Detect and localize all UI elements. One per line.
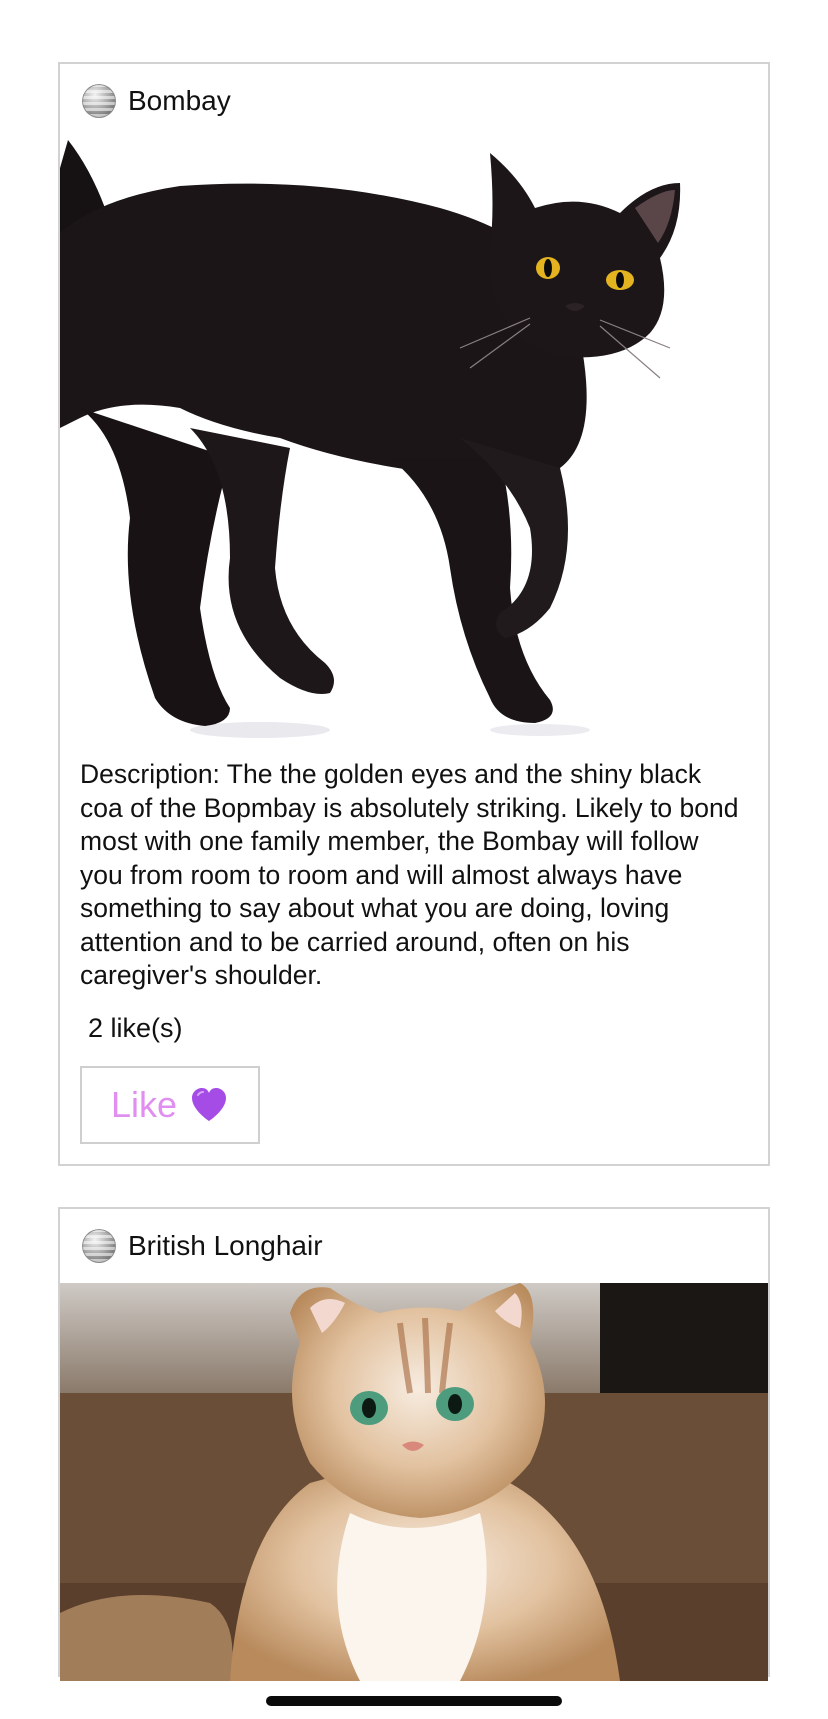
purple-heart-icon	[192, 1087, 227, 1121]
like-button[interactable]: Like	[80, 1065, 260, 1144]
cat-photo	[60, 138, 768, 738]
breed-description: Description: The the golden eyes and the…	[80, 759, 739, 990]
breed-name: British Longhair	[128, 1230, 323, 1261]
card-header: British Longhair	[60, 1209, 768, 1283]
like-button-label: Like	[110, 1083, 178, 1125]
cat-photo	[60, 1283, 768, 1681]
breed-name: Bombay	[128, 85, 231, 116]
disco-ball-icon	[82, 84, 116, 118]
like-count: 2 like(s)	[88, 1012, 183, 1043]
disco-ball-icon	[82, 1229, 116, 1263]
breed-card-british-longhair: British Longhair	[58, 1207, 770, 1681]
card-header: Bombay	[60, 64, 768, 138]
home-indicator[interactable]	[266, 1696, 562, 1706]
breed-card-bombay: Bombay Description: The the golden eyes …	[58, 62, 770, 1166]
breed-feed[interactable]: Bombay Description: The the golden eyes …	[0, 0, 828, 1719]
